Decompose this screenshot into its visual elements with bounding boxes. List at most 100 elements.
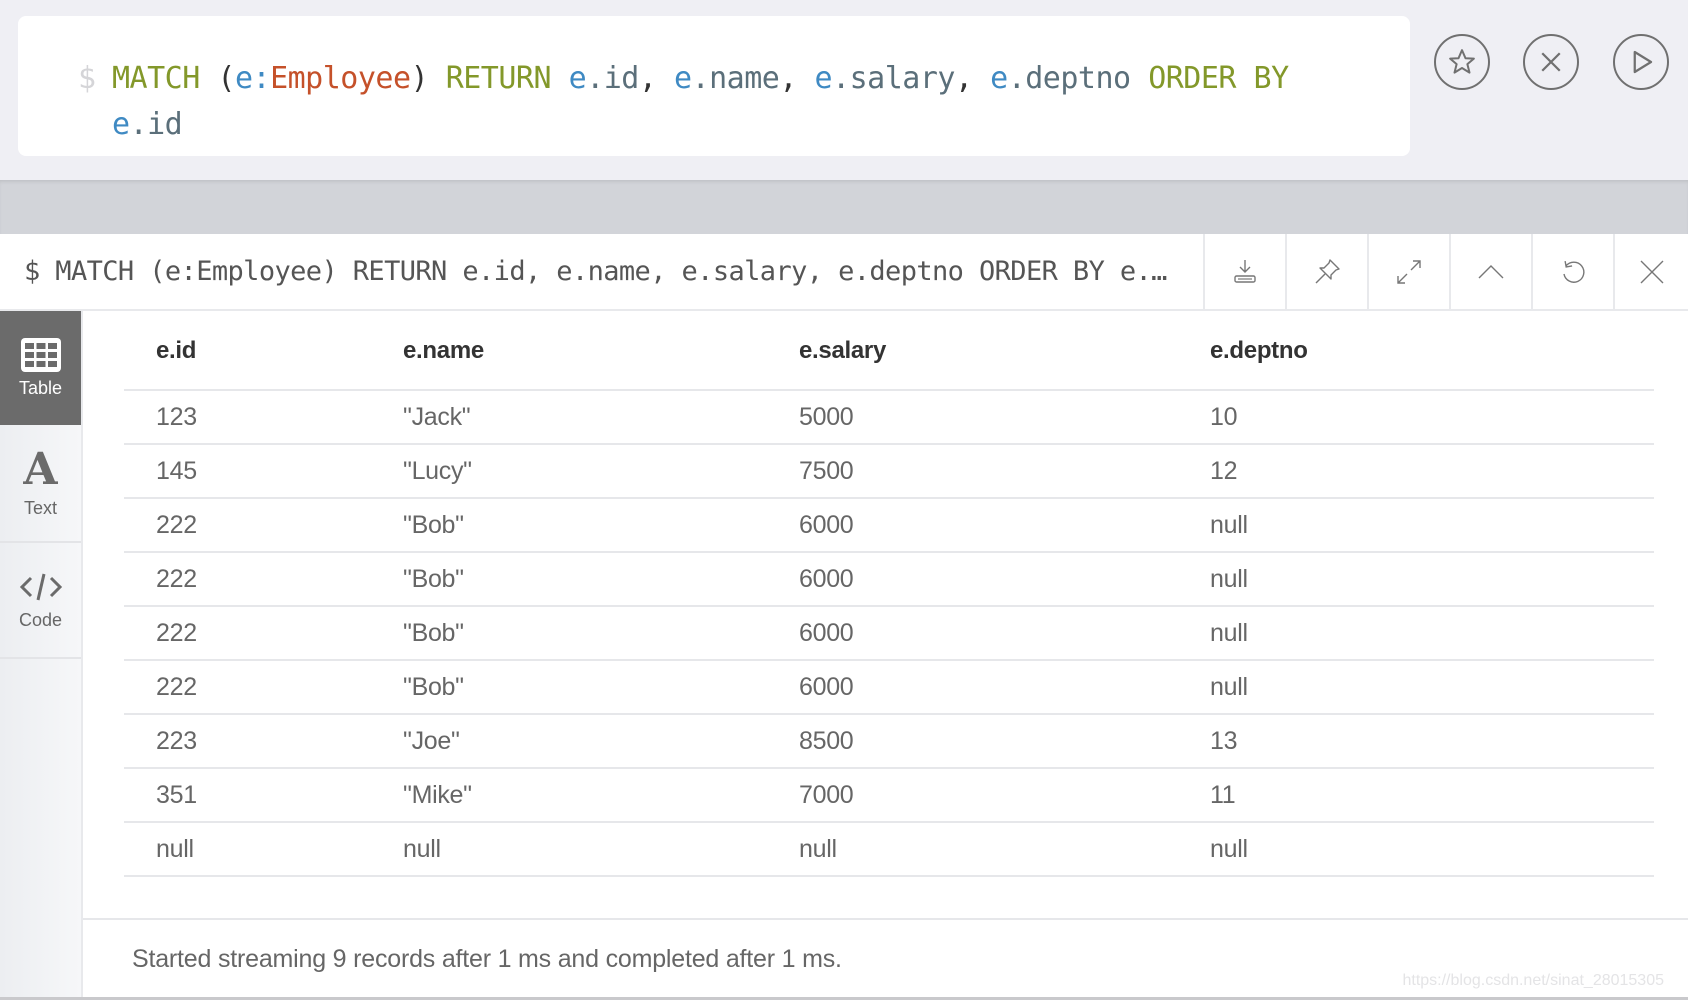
table-cell: null (124, 822, 403, 877)
pin-button[interactable] (1285, 234, 1367, 309)
table-row: 145 "Lucy" 7500 12 (124, 444, 1654, 499)
download-button[interactable] (1203, 234, 1285, 309)
result-frame: $ MATCH (e:Employee) RETURN e.id, e.name… (0, 234, 1688, 998)
editor-bar: $ MATCH (e:Employee) RETURN e.id, e.name… (0, 0, 1688, 180)
download-icon (1234, 259, 1256, 283)
column-header: e.name (403, 311, 799, 391)
sidebar-label-code: Code (18, 609, 63, 630)
table-cell: 10 (1210, 390, 1654, 445)
watermark: https://blog.csdn.net/sinat_28015305 (1402, 972, 1664, 989)
table-cell: 6000 (799, 498, 1210, 553)
frame-title[interactable]: $ MATCH (e:Employee) RETURN e.id, e.name… (24, 234, 1194, 309)
keyword-match: MATCH (112, 61, 200, 96)
stream-divider (0, 180, 1688, 234)
table-cell: 222 (124, 660, 403, 715)
table-cell: null (403, 822, 799, 877)
star-icon (1449, 49, 1475, 74)
table-row: 223 "Joe" 8500 13 (124, 714, 1654, 769)
table-cell: 222 (124, 606, 403, 661)
property: .deptno (1007, 61, 1131, 96)
property: .salary (832, 61, 955, 96)
table-cell: 8500 (799, 714, 1210, 769)
text-icon: A (23, 443, 58, 495)
table-cell: null (1210, 606, 1654, 661)
rerun-button[interactable] (1531, 234, 1613, 309)
keyword-order-by: ORDER BY (1148, 61, 1289, 96)
table-cell: 11 (1210, 768, 1654, 823)
column-header: e.salary (799, 311, 1210, 391)
table-cell: "Bob" (403, 552, 799, 607)
table-cell: "Bob" (403, 498, 799, 553)
close-frame-button[interactable] (1613, 234, 1688, 309)
table-row: 222 "Bob" 6000 null (124, 660, 1654, 715)
sidebar-label-text: Text (23, 497, 57, 518)
chevron-up-icon (1478, 264, 1504, 278)
table-header-row: e.id e.name e.salary e.deptno (124, 311, 1654, 391)
collapse-button[interactable] (1449, 234, 1531, 309)
favorite-button[interactable] (1434, 34, 1490, 90)
fullscreen-button[interactable] (1367, 234, 1449, 309)
table-cell: 5000 (799, 390, 1210, 445)
comma: , (779, 61, 797, 96)
table-cell: 6000 (799, 552, 1210, 607)
close-icon (1541, 52, 1561, 72)
sidebar-item-table[interactable]: Table (0, 311, 81, 425)
table-row: 351 "Mike" 7000 11 (124, 768, 1654, 823)
column-header: e.deptno (1210, 311, 1654, 391)
property: .name (691, 61, 780, 96)
table-cell: null (1210, 822, 1654, 877)
table-cell: 12 (1210, 444, 1654, 499)
table-cell: 7000 (799, 768, 1210, 823)
run-button[interactable] (1613, 34, 1669, 90)
property: .id (129, 107, 183, 142)
clear-button[interactable] (1523, 34, 1579, 90)
variable: e (568, 61, 587, 96)
keyword-return: RETURN (445, 61, 552, 96)
variable: e (814, 61, 833, 96)
table-cell: 145 (124, 444, 403, 499)
table-row: 222 "Bob" 6000 null (124, 606, 1654, 661)
table-cell: null (1210, 552, 1654, 607)
table-row: 222 "Bob" 6000 null (124, 552, 1654, 607)
table-cell: 351 (124, 768, 403, 823)
table-cell: null (799, 822, 1210, 877)
prompt-symbol: $ (78, 61, 96, 96)
table-cell: "Bob" (403, 660, 799, 715)
status-message: Started streaming 9 records after 1 ms a… (132, 945, 842, 973)
column-header: e.id (124, 311, 403, 391)
colon: : (252, 61, 271, 96)
table-cell: 7500 (799, 444, 1210, 499)
play-icon (1633, 50, 1653, 74)
frame-header: $ MATCH (e:Employee) RETURN e.id, e.name… (0, 234, 1688, 311)
sidebar-item-code[interactable]: Code (0, 543, 81, 659)
table-cell: "Jack" (403, 390, 799, 445)
table-cell: null (1210, 498, 1654, 553)
variable: e (234, 61, 253, 96)
comma: , (955, 61, 973, 96)
property: .id (586, 61, 639, 96)
query-editor[interactable]: $ MATCH (e:Employee) RETURN e.id, e.name… (18, 16, 1410, 156)
table-cell: "Lucy" (403, 444, 799, 499)
code-icon (19, 573, 62, 600)
variable: e (112, 107, 130, 142)
pin-icon (1315, 258, 1340, 283)
table-icon (20, 337, 61, 372)
table-cell: 123 (124, 390, 403, 445)
table-cell: "Mike" (403, 768, 799, 823)
table-row: 222 "Bob" 6000 null (124, 498, 1654, 553)
table-cell: 6000 (799, 660, 1210, 715)
table-row: null null null null (124, 822, 1654, 877)
table-cell: "Bob" (403, 606, 799, 661)
query-editor-text[interactable]: $ MATCH (e:Employee) RETURN e.id, e.name… (78, 56, 1402, 148)
comma: , (638, 61, 657, 96)
table-cell: null (1210, 660, 1654, 715)
rerun-icon (1563, 260, 1585, 283)
table-cell: 222 (124, 552, 403, 607)
sidebar-item-text[interactable]: A Text (0, 425, 81, 543)
expand-icon (1397, 259, 1421, 284)
table-row: 123 "Jack" 5000 10 (124, 390, 1654, 445)
view-sidebar: Table A Text Code (0, 311, 83, 998)
table-cell: 6000 (799, 606, 1210, 661)
sidebar-label-table: Table (18, 377, 63, 398)
variable: e (990, 61, 1008, 96)
